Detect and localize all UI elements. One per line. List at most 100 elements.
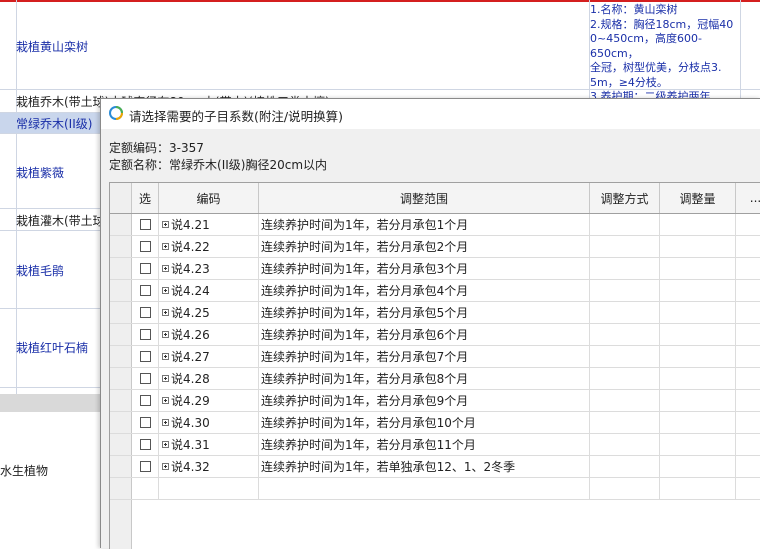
amount-cell[interactable] [660,280,736,301]
method-cell[interactable] [590,478,660,499]
select-cell[interactable] [132,368,159,389]
select-cell[interactable] [132,324,159,345]
table-row[interactable]: 说4.26 连续养护时间为1年，若分月承包6个月 [110,324,760,346]
row-checkbox[interactable] [139,461,151,472]
code-cell[interactable]: 说4.26 [159,324,259,345]
method-cell[interactable] [590,412,660,433]
expand-icon[interactable] [162,441,169,448]
expand-icon[interactable] [162,287,169,294]
table-row[interactable]: 说4.25 连续养护时间为1年，若分月承包5个月 [110,302,760,324]
code-cell[interactable]: 说4.21 [159,214,259,235]
extra-cell[interactable] [736,412,760,433]
code-cell[interactable]: 说4.24 [159,280,259,301]
code-cell[interactable]: 说4.28 [159,368,259,389]
extra-cell[interactable] [736,324,760,345]
extra-cell[interactable] [736,258,760,279]
method-cell[interactable] [590,236,660,257]
method-cell[interactable] [590,434,660,455]
table-row[interactable]: 说4.28 连续养护时间为1年，若分月承包8个月 [110,368,760,390]
expand-icon[interactable] [162,375,169,382]
row-checkbox[interactable] [139,417,151,428]
expand-icon[interactable] [162,221,169,228]
extra-cell[interactable] [736,390,760,411]
method-cell[interactable] [590,280,660,301]
extra-cell[interactable] [736,302,760,323]
expand-icon[interactable] [162,331,169,338]
row-checkbox[interactable] [139,351,151,362]
row-checkbox[interactable] [139,263,151,274]
table-row[interactable]: 说4.24 连续养护时间为1年，若分月承包4个月 [110,280,760,302]
amount-cell[interactable] [660,434,736,455]
select-cell[interactable] [132,302,159,323]
extra-cell[interactable] [736,236,760,257]
row-checkbox[interactable] [139,395,151,406]
code-cell[interactable]: 说4.25 [159,302,259,323]
select-cell[interactable] [132,478,159,499]
extra-cell[interactable] [736,368,760,389]
code-cell[interactable]: 说4.30 [159,412,259,433]
row-checkbox[interactable] [139,373,151,384]
amount-cell[interactable] [660,412,736,433]
table-row[interactable]: 说4.22 连续养护时间为1年，若分月承包2个月 [110,236,760,258]
code-cell[interactable]: 说4.27 [159,346,259,367]
amount-cell[interactable] [660,456,736,477]
dialog-titlebar[interactable]: 请选择需要的子目系数(附注/说明换算) [101,99,760,129]
select-cell[interactable] [132,214,159,235]
table-row[interactable]: 说4.32 连续养护时间为1年，若单独承包12、1、2冬季 [110,456,760,478]
method-cell[interactable] [590,258,660,279]
select-cell[interactable] [132,456,159,477]
select-cell[interactable] [132,236,159,257]
amount-cell[interactable] [660,324,736,345]
amount-cell[interactable] [660,368,736,389]
select-cell[interactable] [132,412,159,433]
row-checkbox[interactable] [139,439,151,450]
table-row[interactable]: 说4.21 连续养护时间为1年，若分月承包1个月 [110,214,760,236]
code-cell[interactable]: 说4.32 [159,456,259,477]
extra-cell[interactable] [736,478,760,499]
select-cell[interactable] [132,280,159,301]
amount-cell[interactable] [660,258,736,279]
extra-cell[interactable] [736,456,760,477]
expand-icon[interactable] [162,353,169,360]
method-cell[interactable] [590,214,660,235]
code-cell[interactable]: 说4.23 [159,258,259,279]
row-checkbox[interactable] [139,219,151,230]
table-row[interactable]: 说4.27 连续养护时间为1年，若分月承包7个月 [110,346,760,368]
method-cell[interactable] [590,456,660,477]
range-cell[interactable] [259,478,590,499]
amount-cell[interactable] [660,214,736,235]
method-cell[interactable] [590,302,660,323]
amount-cell[interactable] [660,302,736,323]
expand-icon[interactable] [162,463,169,470]
table-row[interactable]: 说4.31 连续养护时间为1年，若分月承包11个月 [110,434,760,456]
code-cell[interactable]: 说4.29 [159,390,259,411]
amount-cell[interactable] [660,346,736,367]
select-cell[interactable] [132,346,159,367]
method-cell[interactable] [590,390,660,411]
extra-cell[interactable] [736,214,760,235]
code-cell[interactable] [159,478,259,499]
expand-icon[interactable] [162,397,169,404]
table-row[interactable]: 说4.30 连续养护时间为1年，若分月承包10个月 [110,412,760,434]
method-cell[interactable] [590,324,660,345]
expand-icon[interactable] [162,309,169,316]
expand-icon[interactable] [162,243,169,250]
extra-cell[interactable] [736,434,760,455]
extra-cell[interactable] [736,280,760,301]
code-cell[interactable]: 说4.31 [159,434,259,455]
method-cell[interactable] [590,346,660,367]
code-cell[interactable]: 说4.22 [159,236,259,257]
expand-icon[interactable] [162,419,169,426]
amount-cell[interactable] [660,236,736,257]
extra-cell[interactable] [736,346,760,367]
select-cell[interactable] [132,258,159,279]
row-checkbox[interactable] [139,285,151,296]
select-cell[interactable] [132,434,159,455]
method-cell[interactable] [590,368,660,389]
table-row[interactable]: 说4.23 连续养护时间为1年，若分月承包3个月 [110,258,760,280]
table-row[interactable]: 说4.29 连续养护时间为1年，若分月承包9个月 [110,390,760,412]
row-checkbox[interactable] [139,307,151,318]
amount-cell[interactable] [660,390,736,411]
row-checkbox[interactable] [139,329,151,340]
horizontal-scrollbar[interactable] [0,394,100,412]
